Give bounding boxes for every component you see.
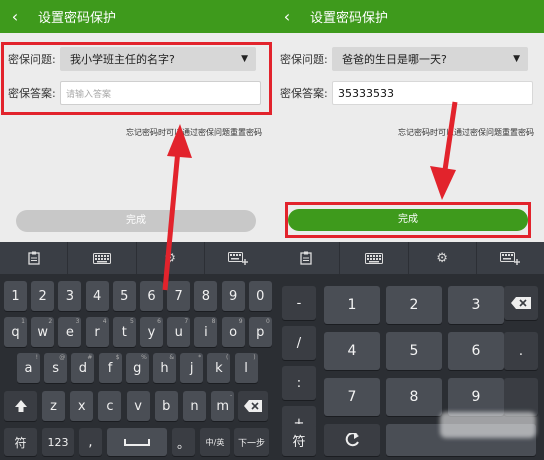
annotation-arrows	[162, 101, 458, 291]
up-arrow-icon	[162, 124, 192, 291]
watermark	[440, 412, 536, 438]
down-arrow-icon	[430, 101, 458, 200]
